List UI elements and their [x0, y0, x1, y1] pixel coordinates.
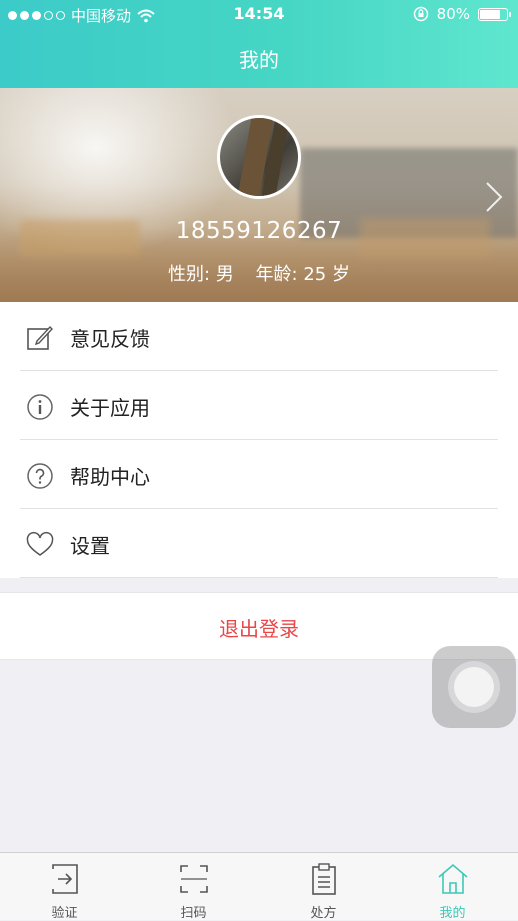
battery-icon — [478, 7, 511, 21]
edit-icon — [27, 325, 53, 350]
age-group: 年龄: 25 岁 — [256, 264, 350, 285]
home-icon — [438, 863, 468, 894]
profile-info: 性别: 男 年龄: 25 岁 — [0, 260, 518, 286]
menu-item-about[interactable]: 关于应用 — [0, 371, 518, 440]
scan-icon — [180, 865, 208, 893]
menu-item-help[interactable]: 帮助中心 — [0, 440, 518, 509]
status-bar: 中国移动 14:54 80% — [0, 0, 518, 28]
battery-percent: 80% — [436, 5, 470, 23]
age-label: 年龄: — [255, 264, 298, 285]
assistive-touch-button[interactable] — [432, 646, 516, 728]
tab-scan[interactable]: 扫码 — [129, 853, 258, 921]
profile-phone: 18559126267 — [175, 218, 343, 244]
menu-item-label: 设置 — [70, 534, 110, 558]
rotation-lock-icon — [413, 6, 428, 22]
tab-mine[interactable]: 我的 — [388, 853, 517, 921]
profile-banner[interactable]: 18559126267 性别: 男 年龄: 25 岁 — [0, 88, 518, 302]
menu-item-settings[interactable]: 设置 — [0, 509, 518, 578]
tab-label: 我的 — [439, 906, 466, 921]
gender-value: 男 — [215, 264, 234, 285]
menu-item-label: 帮助中心 — [70, 465, 150, 489]
tab-label: 处方 — [310, 906, 337, 921]
menu-item-label: 关于应用 — [70, 396, 150, 420]
chevron-right-icon[interactable] — [484, 180, 504, 214]
menu-item-label: 意见反馈 — [70, 327, 150, 351]
gender-group: 性别: 男 — [168, 264, 234, 285]
tab-label: 验证 — [51, 906, 78, 921]
help-icon — [27, 463, 53, 489]
divider — [20, 577, 498, 578]
logout-label: 退出登录 — [219, 617, 299, 641]
info-icon — [27, 394, 53, 420]
tab-label: 扫码 — [180, 906, 207, 921]
gender-label: 性别: — [168, 264, 211, 285]
login-icon — [52, 864, 78, 894]
age-value: 25 — [303, 264, 327, 285]
age-unit: 岁 — [332, 264, 350, 285]
tab-prescription[interactable]: 处方 — [259, 853, 388, 921]
tab-verify[interactable]: 验证 — [0, 853, 129, 921]
header: 中国移动 14:54 80% 我的 — [0, 0, 518, 88]
avatar[interactable] — [217, 115, 301, 199]
status-right: 80% — [413, 5, 511, 23]
settings-menu: 意见反馈 关于应用 帮助中心 设置 — [0, 302, 518, 578]
page-title: 我的 — [239, 48, 279, 72]
tab-bar: 验证 扫码 处方 我的 — [0, 852, 518, 921]
clipboard-icon — [312, 863, 336, 895]
menu-item-feedback[interactable]: 意见反馈 — [0, 302, 518, 371]
heart-icon — [26, 531, 54, 556]
